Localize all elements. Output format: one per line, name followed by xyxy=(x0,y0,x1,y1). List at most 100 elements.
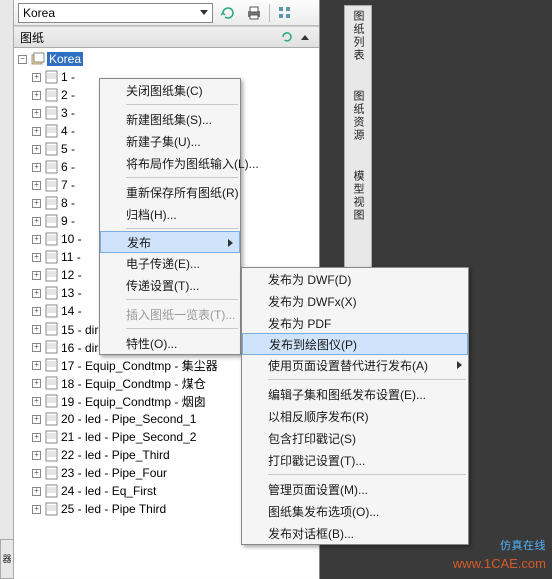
expander-icon[interactable]: + xyxy=(32,289,41,298)
expander-icon[interactable]: + xyxy=(32,415,41,424)
section-title: 图纸 xyxy=(20,29,44,46)
expander-icon[interactable]: + xyxy=(32,91,41,100)
refresh-icon xyxy=(220,5,236,21)
mi-pub-dwf[interactable]: 发布为 DWF(D) xyxy=(242,268,468,290)
tree-item-label: 17 - Equip_Condtmp - 集尘器 xyxy=(61,357,218,374)
mi-publish[interactable]: 发布 xyxy=(100,231,240,253)
tree-item-label: 20 - led - Pipe_Second_1 xyxy=(61,412,196,426)
separator xyxy=(269,4,270,22)
submenu-arrow-icon xyxy=(457,361,462,369)
mi-stamp-settings[interactable]: 打印戳记设置(T)... xyxy=(242,449,468,471)
mi-pub-plotter[interactable]: 发布到绘图仪(P) xyxy=(242,333,468,355)
mi-new-sheetset[interactable]: 新建图纸集(S)... xyxy=(100,108,240,130)
sheet-icon xyxy=(45,214,59,228)
mi-transmit-settings[interactable]: 传递设置(T)... xyxy=(100,274,240,296)
separator xyxy=(126,104,238,105)
toolbar-btn-3[interactable] xyxy=(274,3,296,23)
sheetset-dropdown[interactable]: Korea xyxy=(18,3,213,23)
separator xyxy=(126,328,238,329)
rail-tab-3[interactable]: 模型视图 xyxy=(350,170,366,222)
chevron-up-icon xyxy=(301,35,309,40)
tree-item-label: 12 - xyxy=(61,268,82,282)
refresh-small-button[interactable] xyxy=(279,29,295,45)
mi-include-stamp[interactable]: 包含打印戳记(S) xyxy=(242,427,468,449)
expander-icon[interactable]: + xyxy=(32,109,41,118)
mi-properties[interactable]: 特性(O)... xyxy=(100,332,240,354)
tree-item-label: 18 - Equip_Condtmp - 煤仓 xyxy=(61,375,206,392)
mi-pub-dialog[interactable]: 发布对话框(B)... xyxy=(242,522,468,544)
expander-icon[interactable]: + xyxy=(32,307,41,316)
tree-item-label: 9 - xyxy=(61,214,75,228)
sheet-icon xyxy=(45,106,59,120)
expander-icon[interactable]: + xyxy=(32,145,41,154)
mi-insert-table: 插入图纸一览表(T)... xyxy=(100,303,240,325)
sheet-icon xyxy=(45,412,59,426)
mi-pub-pagesetup[interactable]: 使用页面设置替代进行发布(A) xyxy=(242,354,468,376)
expander-icon[interactable]: − xyxy=(18,55,27,64)
tree-item-label: 11 - xyxy=(61,250,81,264)
tree-item-label: 8 - xyxy=(61,196,75,210)
mi-manage-page[interactable]: 管理页面设置(M)... xyxy=(242,478,468,500)
dropdown-value: Korea xyxy=(23,6,55,20)
tree-item-label: 3 - xyxy=(61,106,75,120)
mi-pub-dwfx[interactable]: 发布为 DWFx(X) xyxy=(242,290,468,312)
tree-root[interactable]: −Korea xyxy=(18,50,319,68)
sheet-icon xyxy=(45,304,59,318)
mi-etransmit[interactable]: 电子传递(E)... xyxy=(100,252,240,274)
mi-reverse-order[interactable]: 以相反顺序发布(R) xyxy=(242,405,468,427)
expander-icon[interactable]: + xyxy=(32,379,41,388)
expander-icon[interactable]: + xyxy=(32,451,41,460)
corner-tab[interactable]: 器 xyxy=(0,539,14,579)
toolbar-btn-2[interactable] xyxy=(243,3,265,23)
sheet-icon xyxy=(45,124,59,138)
expander-icon[interactable]: + xyxy=(32,163,41,172)
expander-icon[interactable]: + xyxy=(32,73,41,82)
expander-icon[interactable]: + xyxy=(32,217,41,226)
publish-submenu: 发布为 DWF(D) 发布为 DWFx(X) 发布为 PDF 发布到绘图仪(P)… xyxy=(241,267,469,545)
sheet-icon xyxy=(45,358,59,372)
mi-resave-all[interactable]: 重新保存所有图纸(R) xyxy=(100,181,240,203)
mi-close[interactable]: 关闭图纸集(C) xyxy=(100,79,240,101)
tree-item-label: 23 - led - Pipe_Four xyxy=(61,466,167,480)
mi-new-subset[interactable]: 新建子集(U)... xyxy=(100,130,240,152)
print-icon xyxy=(246,5,262,21)
separator xyxy=(126,228,238,229)
mi-archive[interactable]: 归档(H)... xyxy=(100,203,240,225)
mi-pub-options[interactable]: 图纸集发布选项(O)... xyxy=(242,500,468,522)
rail-tab-1[interactable]: 图纸列表 xyxy=(350,10,366,62)
expander-icon[interactable]: + xyxy=(32,199,41,208)
expander-icon[interactable]: + xyxy=(32,361,41,370)
sheet-icon xyxy=(45,430,59,444)
sheet-icon xyxy=(45,70,59,84)
mi-pub-pdf[interactable]: 发布为 PDF xyxy=(242,312,468,334)
tree-item-label: 4 - xyxy=(61,124,75,138)
expander-icon[interactable]: + xyxy=(32,469,41,478)
toolbar-btn-1[interactable] xyxy=(217,3,239,23)
corner-tab-label: 器 xyxy=(1,554,14,565)
expander-icon[interactable]: + xyxy=(32,397,41,406)
expander-icon[interactable]: + xyxy=(32,253,41,262)
expander-icon[interactable]: + xyxy=(32,505,41,514)
sheet-icon xyxy=(45,340,59,354)
expander-icon[interactable]: + xyxy=(32,433,41,442)
watermark-url: www.1CAE.com xyxy=(453,556,546,571)
rail-tab-2[interactable]: 图纸资源 xyxy=(350,90,366,142)
expander-icon[interactable]: + xyxy=(32,325,41,334)
mi-publish-label: 发布 xyxy=(127,234,151,251)
context-menu: 关闭图纸集(C) 新建图纸集(S)... 新建子集(U)... 将布局作为图纸输… xyxy=(99,78,241,355)
expander-icon[interactable]: + xyxy=(32,487,41,496)
expander-icon[interactable]: + xyxy=(32,181,41,190)
mi-import-layout[interactable]: 将布局作为图纸输入(L)... xyxy=(100,152,240,174)
expander-icon[interactable]: + xyxy=(32,235,41,244)
collapse-button[interactable] xyxy=(297,29,313,45)
sheet-icon xyxy=(45,466,59,480)
grid-icon xyxy=(277,5,293,21)
expander-icon[interactable]: + xyxy=(32,127,41,136)
tree-item-label: 24 - led - Eq_First xyxy=(61,484,156,498)
sheet-icon xyxy=(45,160,59,174)
mi-edit-pub-settings[interactable]: 编辑子集和图纸发布设置(E)... xyxy=(242,383,468,405)
tree-item-label: 14 - xyxy=(61,304,82,318)
expander-icon[interactable]: + xyxy=(32,343,41,352)
tree-item-label: 2 - xyxy=(61,88,75,102)
expander-icon[interactable]: + xyxy=(32,271,41,280)
